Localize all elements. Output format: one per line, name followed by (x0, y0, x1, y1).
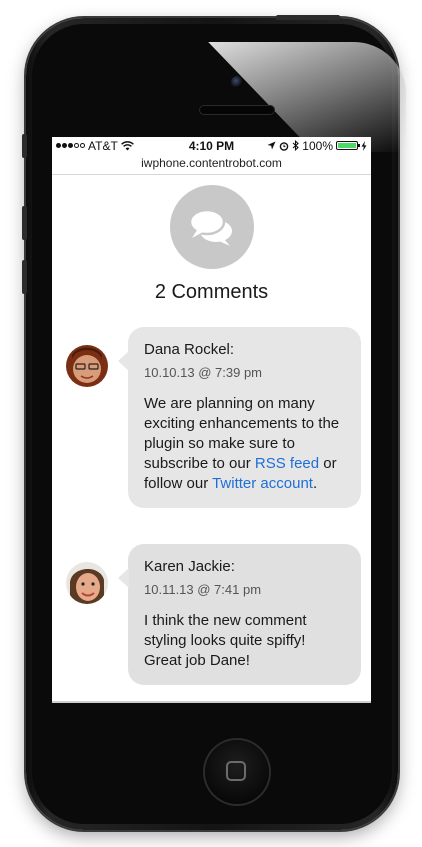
charging-bolt-icon (361, 140, 367, 151)
comment-body: I think the new comment styling looks qu… (144, 612, 307, 669)
screen-glare (208, 42, 406, 152)
alarm-clock-icon (279, 141, 289, 151)
speech-bubbles-icon (169, 185, 254, 269)
status-bar: AT&T 4:10 PM 100% (52, 137, 371, 154)
carrier-label: AT&T (88, 138, 118, 153)
comment-author: Dana Rockel: (144, 341, 235, 358)
comments-count-title: 2 Comments (154, 281, 269, 303)
comment-text: . (312, 475, 318, 492)
power-button[interactable] (276, 15, 340, 20)
volume-up-button[interactable] (22, 206, 27, 240)
signal-dot (80, 143, 85, 148)
comments-header: 2 Comments (52, 175, 371, 304)
battery-icon (336, 141, 360, 150)
comment-date: 10.10.13 @ 7:39 pm (144, 365, 262, 380)
url-text[interactable]: iwphone.contentrobot.com (141, 156, 282, 170)
earpiece-speaker (199, 105, 275, 115)
bottom-divider (52, 701, 371, 703)
comment-card: Karen Jackie: 10.11.13 @ 7:41 pm I think… (118, 544, 361, 685)
signal-dot (56, 143, 61, 148)
volume-down-button[interactable] (22, 260, 27, 294)
screen: AT&T 4:10 PM 100% iwphone.contentrobot.c… (52, 137, 371, 703)
comment-card: Dana Rockel: 10.10.13 @ 7:39 pm We are p… (118, 327, 361, 508)
front-camera (231, 76, 243, 88)
comment-body: We are planning on many exciting enhance… (144, 394, 347, 494)
comment-author: Karen Jackie: (144, 558, 235, 575)
signal-strength-icon (56, 143, 85, 148)
signal-dot (68, 143, 73, 148)
battery-fill (338, 143, 356, 148)
signal-dot (74, 143, 79, 148)
address-bar[interactable]: iwphone.contentrobot.com (52, 154, 371, 175)
comment-date: 10.11.13 @ 7:41 pm (144, 582, 262, 597)
avatar (66, 345, 108, 387)
twitter-account-link[interactable]: Twitter account (212, 475, 313, 492)
wifi-icon (120, 140, 134, 151)
rss-feed-link[interactable]: RSS feed (255, 455, 319, 472)
home-button[interactable] (205, 740, 269, 804)
home-square-icon (226, 761, 246, 781)
signal-dot (62, 143, 67, 148)
avatar (66, 562, 108, 604)
location-arrow-icon (267, 141, 276, 150)
mute-switch[interactable] (22, 134, 27, 158)
bluetooth-icon (292, 140, 300, 151)
battery-percent: 100% (302, 138, 333, 153)
